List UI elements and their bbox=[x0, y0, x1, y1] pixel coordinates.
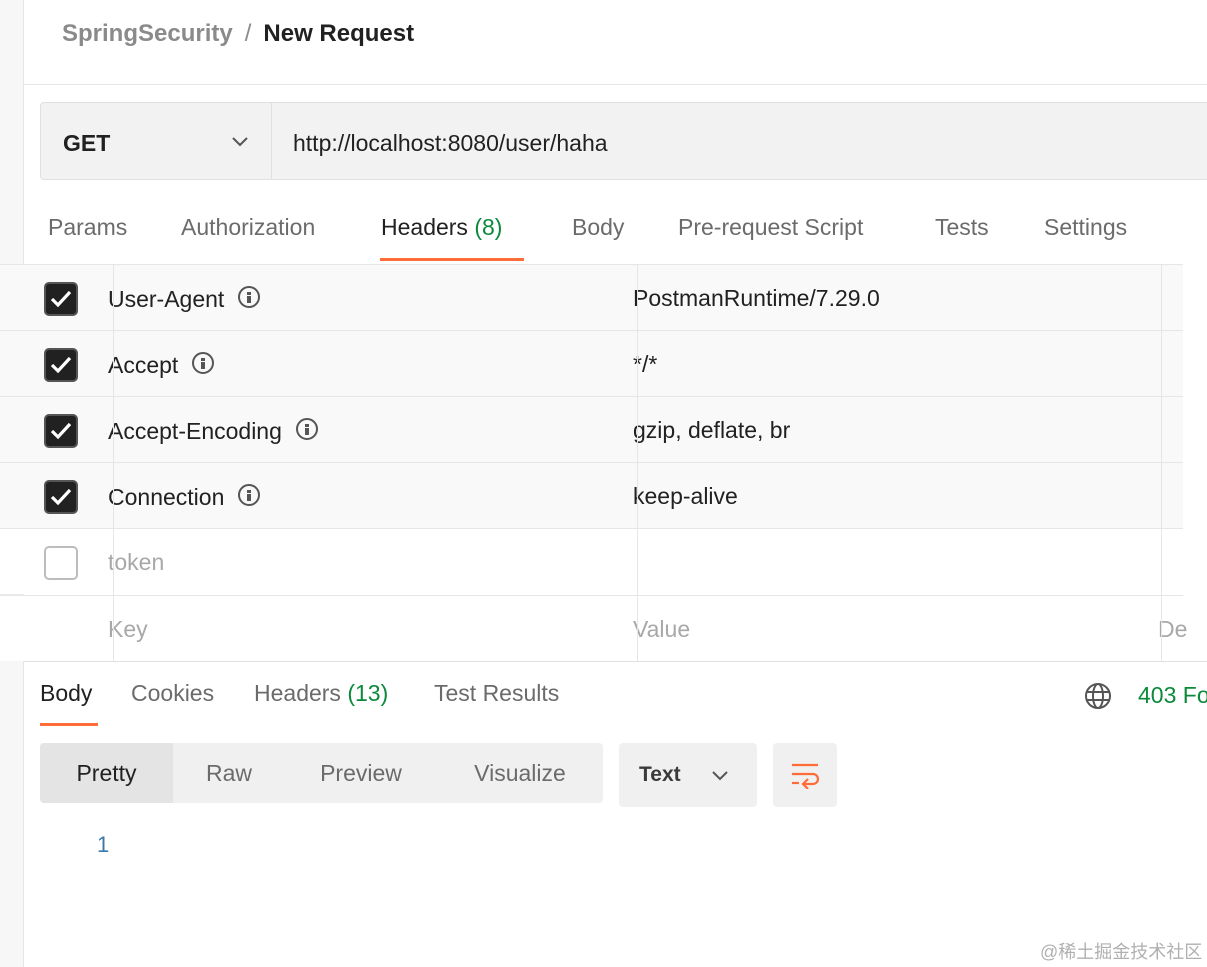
globe-icon[interactable] bbox=[1083, 681, 1113, 711]
breadcrumb-request-name[interactable]: New Request bbox=[263, 20, 414, 47]
checkbox-checked-icon[interactable] bbox=[44, 282, 78, 316]
new-description-input[interactable]: De bbox=[1158, 616, 1187, 643]
info-icon[interactable] bbox=[295, 418, 318, 440]
checkbox-checked-icon[interactable] bbox=[44, 480, 78, 514]
header-key-text: Connection bbox=[108, 484, 225, 510]
wrap-lines-icon bbox=[792, 763, 820, 789]
header-key[interactable]: Accept bbox=[108, 351, 215, 379]
active-tab-indicator bbox=[380, 258, 524, 261]
header-value[interactable]: PostmanRuntime/7.29.0 bbox=[633, 285, 880, 312]
method-label: GET bbox=[63, 130, 111, 156]
header-row: Connection keep-alive bbox=[0, 462, 1183, 528]
response-tab-body[interactable]: Body bbox=[40, 680, 92, 707]
tab-tests[interactable]: Tests bbox=[935, 214, 989, 260]
checkbox-unchecked[interactable] bbox=[44, 546, 78, 580]
header-row: User-Agent PostmanRuntime/7.29.0 bbox=[0, 264, 1183, 330]
view-preview-button[interactable]: Preview bbox=[285, 743, 437, 803]
checkbox-checked-icon[interactable] bbox=[44, 348, 78, 382]
header-row-new: Key Value De bbox=[0, 595, 1187, 661]
wrap-lines-button[interactable] bbox=[773, 743, 837, 807]
chevron-down-icon bbox=[712, 771, 728, 781]
header-value[interactable]: keep-alive bbox=[633, 483, 738, 510]
divider bbox=[24, 661, 1207, 662]
request-url-bar: GET http://localhost:8080/user/haha bbox=[40, 102, 1207, 180]
column-divider bbox=[113, 264, 114, 662]
response-tab-cookies[interactable]: Cookies bbox=[131, 680, 214, 707]
breadcrumb-separator: / bbox=[244, 20, 252, 47]
active-response-tab-indicator bbox=[40, 723, 98, 726]
breadcrumb: SpringSecurity / New Request bbox=[62, 20, 414, 48]
divider bbox=[24, 84, 1207, 85]
view-mode-group: Pretty Raw Preview Visualize bbox=[40, 743, 603, 803]
code-line-number: 1 bbox=[97, 832, 110, 857]
header-key[interactable]: Accept-Encoding bbox=[108, 417, 318, 445]
header-value[interactable]: gzip, deflate, br bbox=[633, 417, 790, 444]
view-visualize-button[interactable]: Visualize bbox=[437, 743, 603, 803]
tab-params[interactable]: Params bbox=[48, 214, 127, 260]
checkbox-checked-icon[interactable] bbox=[44, 414, 78, 448]
info-icon[interactable] bbox=[192, 352, 215, 374]
header-row-disabled: token bbox=[0, 528, 1183, 594]
chevron-down-icon bbox=[232, 137, 248, 147]
info-icon[interactable] bbox=[238, 286, 261, 308]
column-divider bbox=[1161, 264, 1162, 662]
tab-pre-request-script[interactable]: Pre-request Script bbox=[678, 214, 863, 260]
view-pretty-button[interactable]: Pretty bbox=[40, 743, 173, 803]
header-key-text: Accept bbox=[108, 352, 179, 378]
response-tab-headers[interactable]: Headers (13) bbox=[254, 680, 388, 707]
tab-headers[interactable]: Headers (8) bbox=[381, 214, 502, 260]
view-raw-button[interactable]: Raw bbox=[173, 743, 285, 803]
new-value-input[interactable]: Value bbox=[633, 616, 690, 643]
tab-authorization[interactable]: Authorization bbox=[181, 214, 315, 260]
tab-settings[interactable]: Settings bbox=[1044, 214, 1127, 260]
format-label: Text bbox=[639, 763, 681, 786]
url-input[interactable]: http://localhost:8080/user/haha bbox=[293, 130, 608, 157]
header-key-text: User-Agent bbox=[108, 286, 225, 312]
method-select[interactable]: GET bbox=[41, 103, 272, 179]
header-key[interactable]: Connection bbox=[108, 483, 261, 511]
header-row: Accept */* bbox=[0, 330, 1183, 396]
tab-headers-label: Headers bbox=[381, 214, 468, 240]
header-key[interactable]: token bbox=[108, 549, 164, 576]
header-row: Accept-Encoding gzip, deflate, br bbox=[0, 396, 1183, 462]
info-icon[interactable] bbox=[238, 484, 261, 506]
header-key[interactable]: User-Agent bbox=[108, 285, 261, 313]
column-divider bbox=[637, 264, 638, 662]
watermark: @稀土掘金技术社区 bbox=[1040, 942, 1203, 962]
response-status[interactable]: 403 Fo bbox=[1138, 682, 1207, 709]
format-select[interactable]: Text bbox=[619, 743, 757, 807]
breadcrumb-collection[interactable]: SpringSecurity bbox=[62, 20, 233, 47]
response-tab-test-results[interactable]: Test Results bbox=[434, 680, 559, 707]
response-tab-headers-label: Headers bbox=[254, 680, 341, 706]
header-key-text: Accept-Encoding bbox=[108, 418, 282, 444]
tab-body[interactable]: Body bbox=[572, 214, 624, 260]
tab-headers-count: (8) bbox=[474, 214, 503, 240]
response-tab-headers-count: (13) bbox=[347, 680, 389, 706]
